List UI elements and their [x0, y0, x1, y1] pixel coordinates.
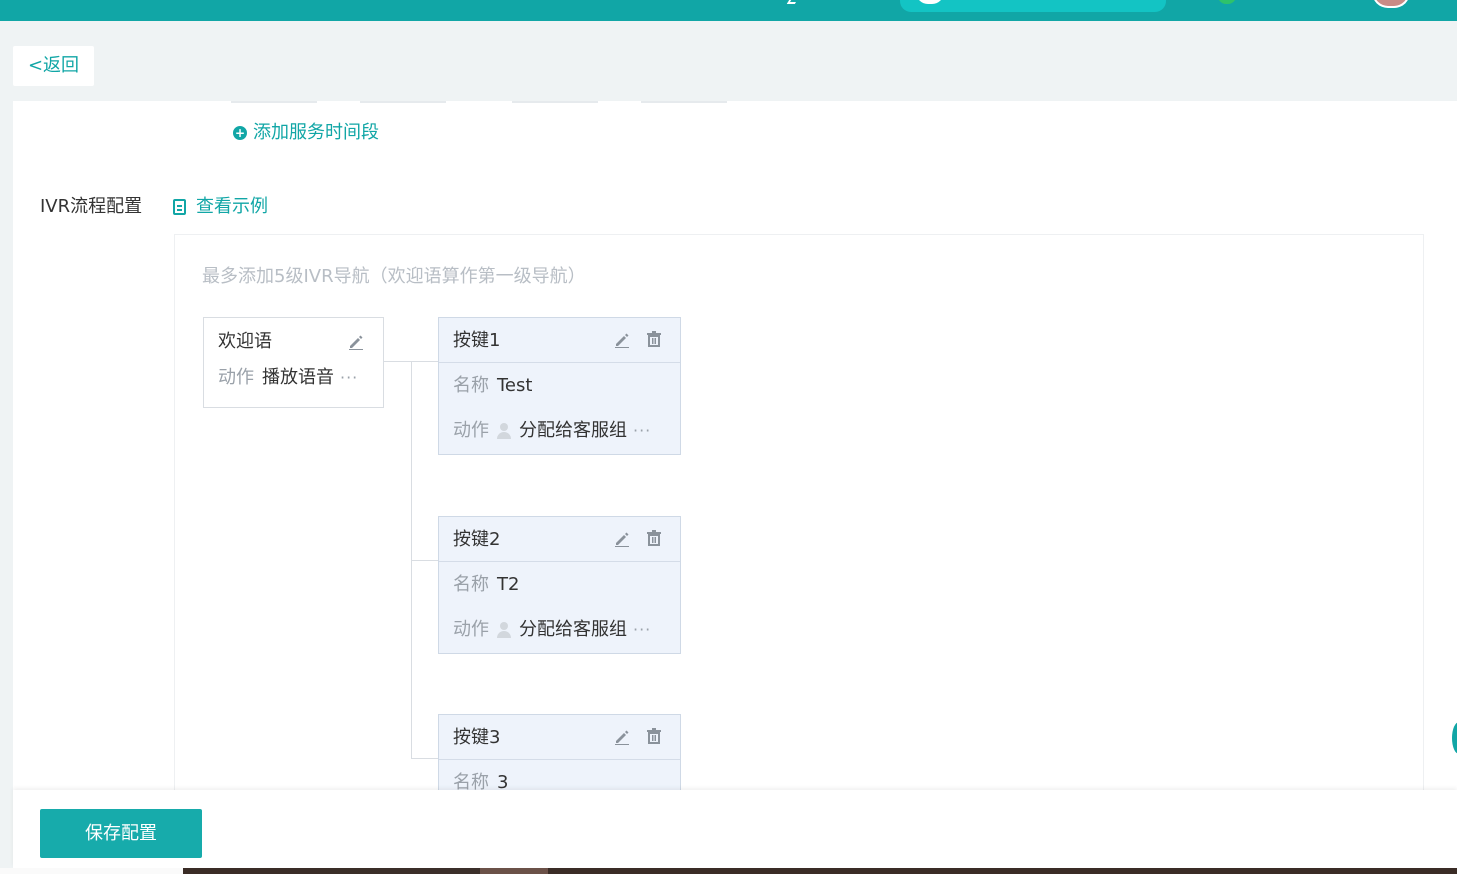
- edit-icon[interactable]: [348, 334, 364, 350]
- plus-circle-icon: +: [233, 126, 247, 140]
- time-input-edge: [231, 101, 317, 103]
- back-button[interactable]: <返回: [13, 46, 94, 86]
- more-icon[interactable]: ···: [633, 417, 651, 445]
- avatar[interactable]: [1372, 0, 1410, 8]
- online-status-icon: [1218, 0, 1236, 4]
- view-example-label: 查看示例: [196, 196, 268, 217]
- key-action-row: 动作 分配给客服组 ···: [453, 417, 651, 445]
- add-service-time-link[interactable]: + 添加服务时间段: [233, 121, 379, 145]
- key-node-header: 按键1: [439, 318, 680, 363]
- delete-icon[interactable]: [646, 331, 662, 347]
- edit-icon[interactable]: [614, 729, 630, 745]
- document-icon: [173, 199, 186, 215]
- delete-icon[interactable]: [646, 530, 662, 546]
- key-node[interactable]: 按键1 名称 Test 动作 分配给客服组 ···: [438, 317, 681, 455]
- key-name-row: 名称 T2: [453, 571, 519, 599]
- add-service-time-label: 添加服务时间段: [253, 122, 379, 143]
- action-label: 动作: [218, 367, 254, 388]
- flow-connector: [411, 560, 438, 561]
- ivr-hint-text: 最多添加5级IVR导航（欢迎语算作第一级导航）: [202, 266, 586, 287]
- key-node-title: 按键1: [453, 330, 501, 351]
- ivr-section-label: IVR流程配置: [40, 196, 143, 217]
- status-switch[interactable]: [900, 0, 1166, 12]
- name-value: T2: [497, 574, 520, 595]
- flow-connector: [384, 361, 412, 362]
- key-node[interactable]: 按键2 名称 T2 动作 分配给客服组 ···: [438, 516, 681, 654]
- key-node-header: 按键3: [439, 715, 680, 760]
- save-config-button[interactable]: 保存配置: [40, 809, 202, 858]
- key-name-row: 名称 Test: [453, 372, 532, 400]
- action-value: 播放语音: [262, 367, 334, 388]
- time-input-edge: [512, 101, 598, 103]
- name-label: 名称: [453, 375, 489, 396]
- edit-icon[interactable]: [614, 332, 630, 348]
- name-value: Test: [497, 375, 533, 396]
- footer-bar: 保存配置: [13, 790, 1457, 868]
- flow-connector: [411, 758, 438, 759]
- welcome-action-row: 动作 播放语音 ···: [218, 364, 358, 392]
- os-taskbar-edge: [0, 868, 1457, 874]
- key-node-header: 按键2: [439, 517, 680, 562]
- flow-connector: [411, 361, 438, 362]
- time-input-edge: [360, 101, 446, 103]
- view-example-link[interactable]: 查看示例: [173, 195, 268, 219]
- more-icon[interactable]: ···: [340, 368, 358, 387]
- action-value: 分配给客服组: [519, 619, 627, 640]
- key-node-title: 按键3: [453, 727, 501, 748]
- ivr-flow-canvas: 最多添加5级IVR导航（欢迎语算作第一级导航） 欢迎语 动作 播放语音 ··· 按键…: [174, 234, 1424, 794]
- chevron-down-icon[interactable]: [786, 0, 798, 4]
- user-icon: [497, 622, 511, 638]
- welcome-node-title: 欢迎语: [218, 331, 272, 352]
- name-label: 名称: [453, 574, 489, 595]
- welcome-node[interactable]: 欢迎语 动作 播放语音 ···: [203, 317, 384, 408]
- edit-icon[interactable]: [614, 531, 630, 547]
- time-input-edge: [641, 101, 727, 103]
- top-header-bar: [0, 0, 1457, 21]
- delete-icon[interactable]: [646, 728, 662, 744]
- action-label: 动作: [453, 619, 489, 640]
- key-node-title: 按键2: [453, 529, 501, 550]
- key-node[interactable]: 按键3 名称 3: [438, 714, 681, 793]
- key-action-row: 动作 分配给客服组 ···: [453, 616, 651, 644]
- action-label: 动作: [453, 420, 489, 441]
- more-icon[interactable]: ···: [633, 616, 651, 644]
- action-value: 分配给客服组: [519, 420, 627, 441]
- user-icon: [497, 423, 511, 439]
